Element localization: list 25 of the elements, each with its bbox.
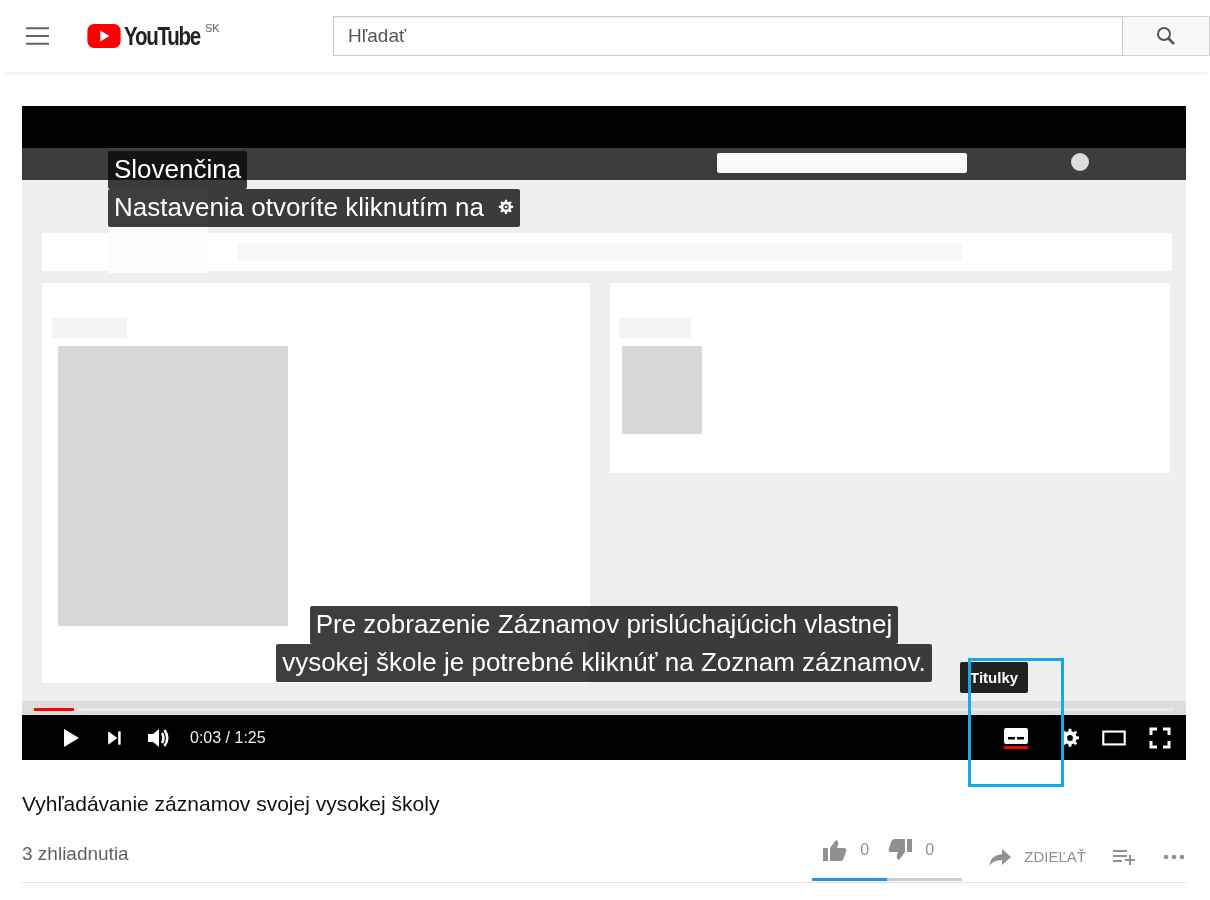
video-title: Vyhľadávanie záznamov svojej vysokej školy [22, 792, 441, 816]
region-label: SK [205, 21, 220, 34]
menu-icon[interactable] [26, 27, 50, 45]
search-button[interactable] [1123, 16, 1210, 56]
fullscreen-icon[interactable] [1148, 725, 1172, 750]
caption-text: Nastavenia otvoríte kliknutím na [108, 189, 520, 227]
caption-text: Slovenčina [108, 151, 248, 189]
time-display: 0:03 / 1:25 [190, 728, 266, 747]
view-count: 3 zhliadnutia [22, 842, 129, 865]
thumbs-up-icon [822, 838, 849, 862]
tooltip: Titulky [960, 662, 1029, 693]
thumbs-down-icon [887, 838, 914, 862]
like-button[interactable]: 0 [822, 832, 870, 868]
search-field[interactable]: Hľadať [333, 16, 1123, 56]
subtitles-button[interactable] [968, 658, 1064, 787]
dislike-button[interactable]: 0 [887, 832, 935, 868]
logo-text[interactable]: YouTube [124, 21, 201, 51]
search-icon [1156, 26, 1176, 46]
share-button[interactable]: ZDIEĽAŤ [988, 840, 1086, 873]
subtitles-icon [1003, 725, 1029, 749]
gear-icon [497, 199, 514, 215]
caption-text: Pre zobrazenie Záznamov prislúchajúcich vlastnej [309, 606, 899, 644]
play-logo-icon [87, 23, 122, 48]
caption-text: vysokej škole je potrebné kliknúť na Zoznam záznamov. [276, 644, 932, 682]
share-arrow-icon [988, 846, 1013, 867]
